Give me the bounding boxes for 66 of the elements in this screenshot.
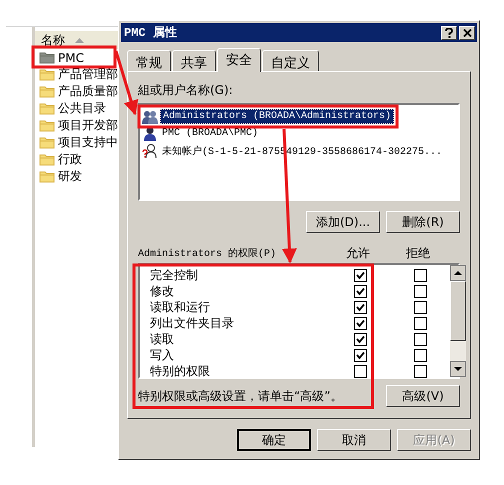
tab[interactable]: 自定义 [262, 50, 319, 71]
permission-name: 特别的权限 [150, 362, 211, 380]
user-name[interactable]: Administrators (BROADA\Administrators) [160, 109, 394, 124]
folder-name[interactable]: PMC [58, 50, 84, 64]
folder-name[interactable]: 公共目录 [58, 100, 106, 117]
close-button[interactable] [459, 26, 475, 40]
column-heading: 拒绝 [405, 244, 431, 262]
folder-name[interactable]: 产品管理部 [58, 66, 118, 83]
permission-name: 完全控制 [150, 266, 199, 284]
checkbox[interactable] [414, 316, 426, 330]
user-name[interactable]: PMC (BROADA\PMC) [160, 127, 260, 140]
permission-name: 读取和运行 [150, 298, 211, 316]
folder-icon [39, 153, 55, 166]
tab[interactable]: 共享 [172, 50, 216, 71]
dialog-button[interactable]: 删除(R) [386, 211, 460, 233]
checkbox[interactable] [354, 332, 366, 346]
permissions-label: Administrators 的权限(P) [138, 246, 278, 260]
folder-icon [39, 170, 55, 183]
dialog-button[interactable]: 取消 [317, 429, 391, 451]
group-label: 組或用户名称(G): [138, 82, 234, 99]
folder-icon [39, 136, 55, 149]
folder-name[interactable]: 产品质量部 [58, 83, 118, 100]
tab[interactable]: 常规 [127, 50, 171, 71]
checkbox[interactable] [414, 332, 426, 346]
window-title: PMC 属性 [124, 25, 177, 41]
folder-name[interactable]: 行政 [58, 151, 82, 168]
user-icon [142, 126, 158, 142]
folder-icon [39, 85, 55, 98]
folder-name[interactable]: 研发 [58, 168, 82, 185]
checkbox[interactable] [354, 300, 366, 314]
checkbox[interactable] [414, 284, 426, 298]
permission-name: 读取 [150, 330, 175, 348]
permission-name: 写入 [150, 346, 175, 364]
folder-icon [39, 102, 55, 115]
question-icon [445, 28, 453, 38]
help-button[interactable] [441, 26, 457, 40]
folder-icon [39, 51, 55, 64]
checkbox[interactable] [354, 364, 366, 378]
folder-icon [39, 68, 55, 81]
checkbox[interactable] [354, 284, 366, 298]
sort-arrow-icon [75, 38, 84, 42]
folder-icon [39, 119, 55, 132]
checkbox[interactable] [354, 268, 366, 282]
close-icon [462, 28, 472, 36]
permission-name: 列出文件夹目录 [150, 314, 235, 332]
checkbox[interactable] [414, 348, 426, 362]
dialog-button[interactable]: 确定 [237, 429, 311, 451]
checkbox[interactable] [354, 316, 366, 330]
dialog-button[interactable]: 添加(D)... [306, 211, 380, 233]
scrollbar[interactable] [450, 265, 466, 377]
checkbox[interactable] [414, 300, 426, 314]
scroll-thumb[interactable] [450, 281, 466, 341]
checkbox[interactable] [414, 364, 426, 378]
advanced-button[interactable]: 高级(V) [386, 385, 460, 407]
folder-name[interactable]: 项目开发部 [58, 117, 118, 134]
note-text: 特别权限或高级设置，请单击“高级”。 [138, 388, 342, 404]
permission-name: 修改 [150, 282, 175, 300]
checkbox[interactable] [414, 268, 426, 282]
column-heading: 允许 [345, 244, 371, 262]
scroll-up-icon[interactable] [450, 265, 466, 281]
tab[interactable]: 安全 [217, 48, 261, 72]
checkbox[interactable] [354, 348, 366, 362]
users-icon [142, 108, 158, 124]
scroll-down-icon[interactable] [450, 361, 466, 377]
unknown-user-icon [142, 142, 158, 158]
folder-name[interactable]: 项目支持中 [58, 134, 118, 151]
